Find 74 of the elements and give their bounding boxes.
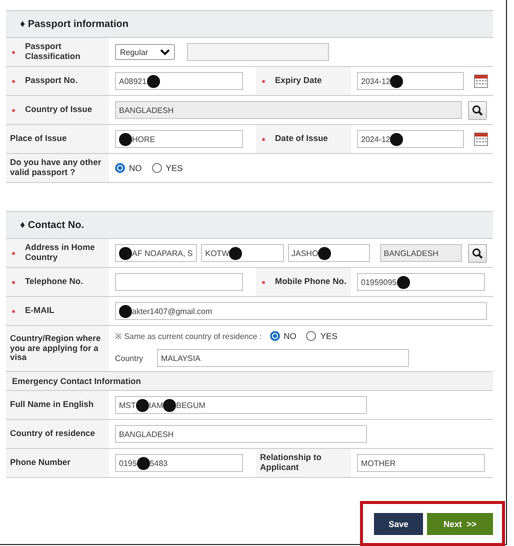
field-label: Mobile Phone No. (275, 277, 346, 287)
field-label: Country (115, 354, 144, 362)
chevron-icon (160, 48, 170, 56)
field-label: Passport No. (25, 76, 78, 86)
redaction-dot (119, 132, 132, 146)
field-label: E-MAIL (25, 306, 54, 316)
required-mark (262, 280, 265, 284)
field-label: Country of Issue (25, 105, 92, 115)
redaction-dot (396, 276, 410, 288)
search-button[interactable] (468, 244, 487, 262)
radio-button[interactable]: NO (115, 163, 142, 173)
text-field[interactable]: BANGLADESH (115, 101, 462, 119)
text-field[interactable]: MALAYSIA (157, 349, 410, 367)
field-label: Address in Home Country (25, 243, 96, 263)
note-text: ※ Same as current country of residence : (115, 331, 262, 341)
text-field[interactable]: JASHO (288, 244, 370, 262)
required-mark (12, 252, 15, 254)
redaction-dot (146, 74, 160, 88)
redaction-dot (136, 398, 149, 412)
field-label: Country/Region where you are applying for a visa (10, 334, 102, 364)
required-mark (12, 108, 15, 112)
required-mark (262, 80, 265, 82)
text-field[interactable]: BANGLADESH (380, 244, 462, 262)
required-mark (12, 80, 15, 82)
text-field[interactable]: HORE (115, 130, 243, 148)
field-label: Passport Classification (25, 42, 82, 62)
save-button[interactable]: Save (374, 513, 423, 535)
required-mark (12, 280, 15, 284)
text-field[interactable]: 01959095 (357, 273, 485, 291)
redaction-dot (119, 304, 132, 318)
redaction-dot (229, 246, 242, 260)
text-field[interactable] (187, 43, 329, 61)
text-field[interactable]: 0195 5483 (115, 454, 243, 472)
field-label: Relationship to Applicant (260, 453, 322, 473)
calendar-icon[interactable] (474, 132, 488, 146)
redaction-dot (163, 398, 176, 412)
field-label: Place of Issue (10, 134, 67, 144)
text-field[interactable]: KOTW (201, 244, 284, 262)
radio-button[interactable]: YES (152, 163, 183, 173)
text-field[interactable]: 2024-12 (357, 130, 464, 148)
calendar-icon[interactable] (474, 74, 488, 88)
radio-button[interactable]: YES (306, 330, 338, 340)
text-field[interactable]: BANGLADESH (115, 425, 367, 443)
text-field[interactable]: AF NOAPARA, S (115, 244, 198, 262)
section-title: ♦ Contact No. (20, 220, 84, 230)
redaction-dot (119, 246, 132, 260)
field-label: Country of residence (10, 429, 96, 439)
field-label: Full Name in English (10, 400, 94, 410)
required-mark (12, 50, 15, 54)
redaction-dot (390, 74, 404, 88)
search-icon (472, 248, 483, 258)
text-field[interactable]: MOTHER (357, 454, 485, 472)
field-label: Date of Issue (275, 134, 328, 144)
text-field[interactable]: A08921 (115, 72, 243, 90)
redaction-dot (318, 246, 332, 260)
field-label: Expiry Date (275, 76, 322, 86)
required-mark (12, 310, 15, 312)
text-field[interactable]: 2034-12 (357, 72, 464, 90)
search-icon (472, 104, 483, 116)
text-field[interactable]: akter1407@gmail.com (115, 302, 487, 320)
search-button[interactable] (468, 100, 487, 120)
field-label: Telephone No. (25, 277, 83, 287)
next-button[interactable]: Next >> (427, 513, 493, 535)
radio-button[interactable]: NO (270, 330, 296, 340)
field-label: Do you have any other valid passport ? (10, 158, 102, 178)
text-field[interactable] (115, 273, 243, 291)
section-title: ♦ Passport information (20, 18, 128, 30)
text-field[interactable]: MST IAM BEGUM (115, 396, 367, 414)
field-label: Phone Number (10, 458, 70, 468)
select-field[interactable]: Regular (115, 44, 175, 60)
redaction-dot (390, 132, 404, 146)
required-mark (262, 138, 265, 140)
section-title: Emergency Contact Information (12, 376, 141, 386)
redaction-dot (136, 456, 150, 470)
